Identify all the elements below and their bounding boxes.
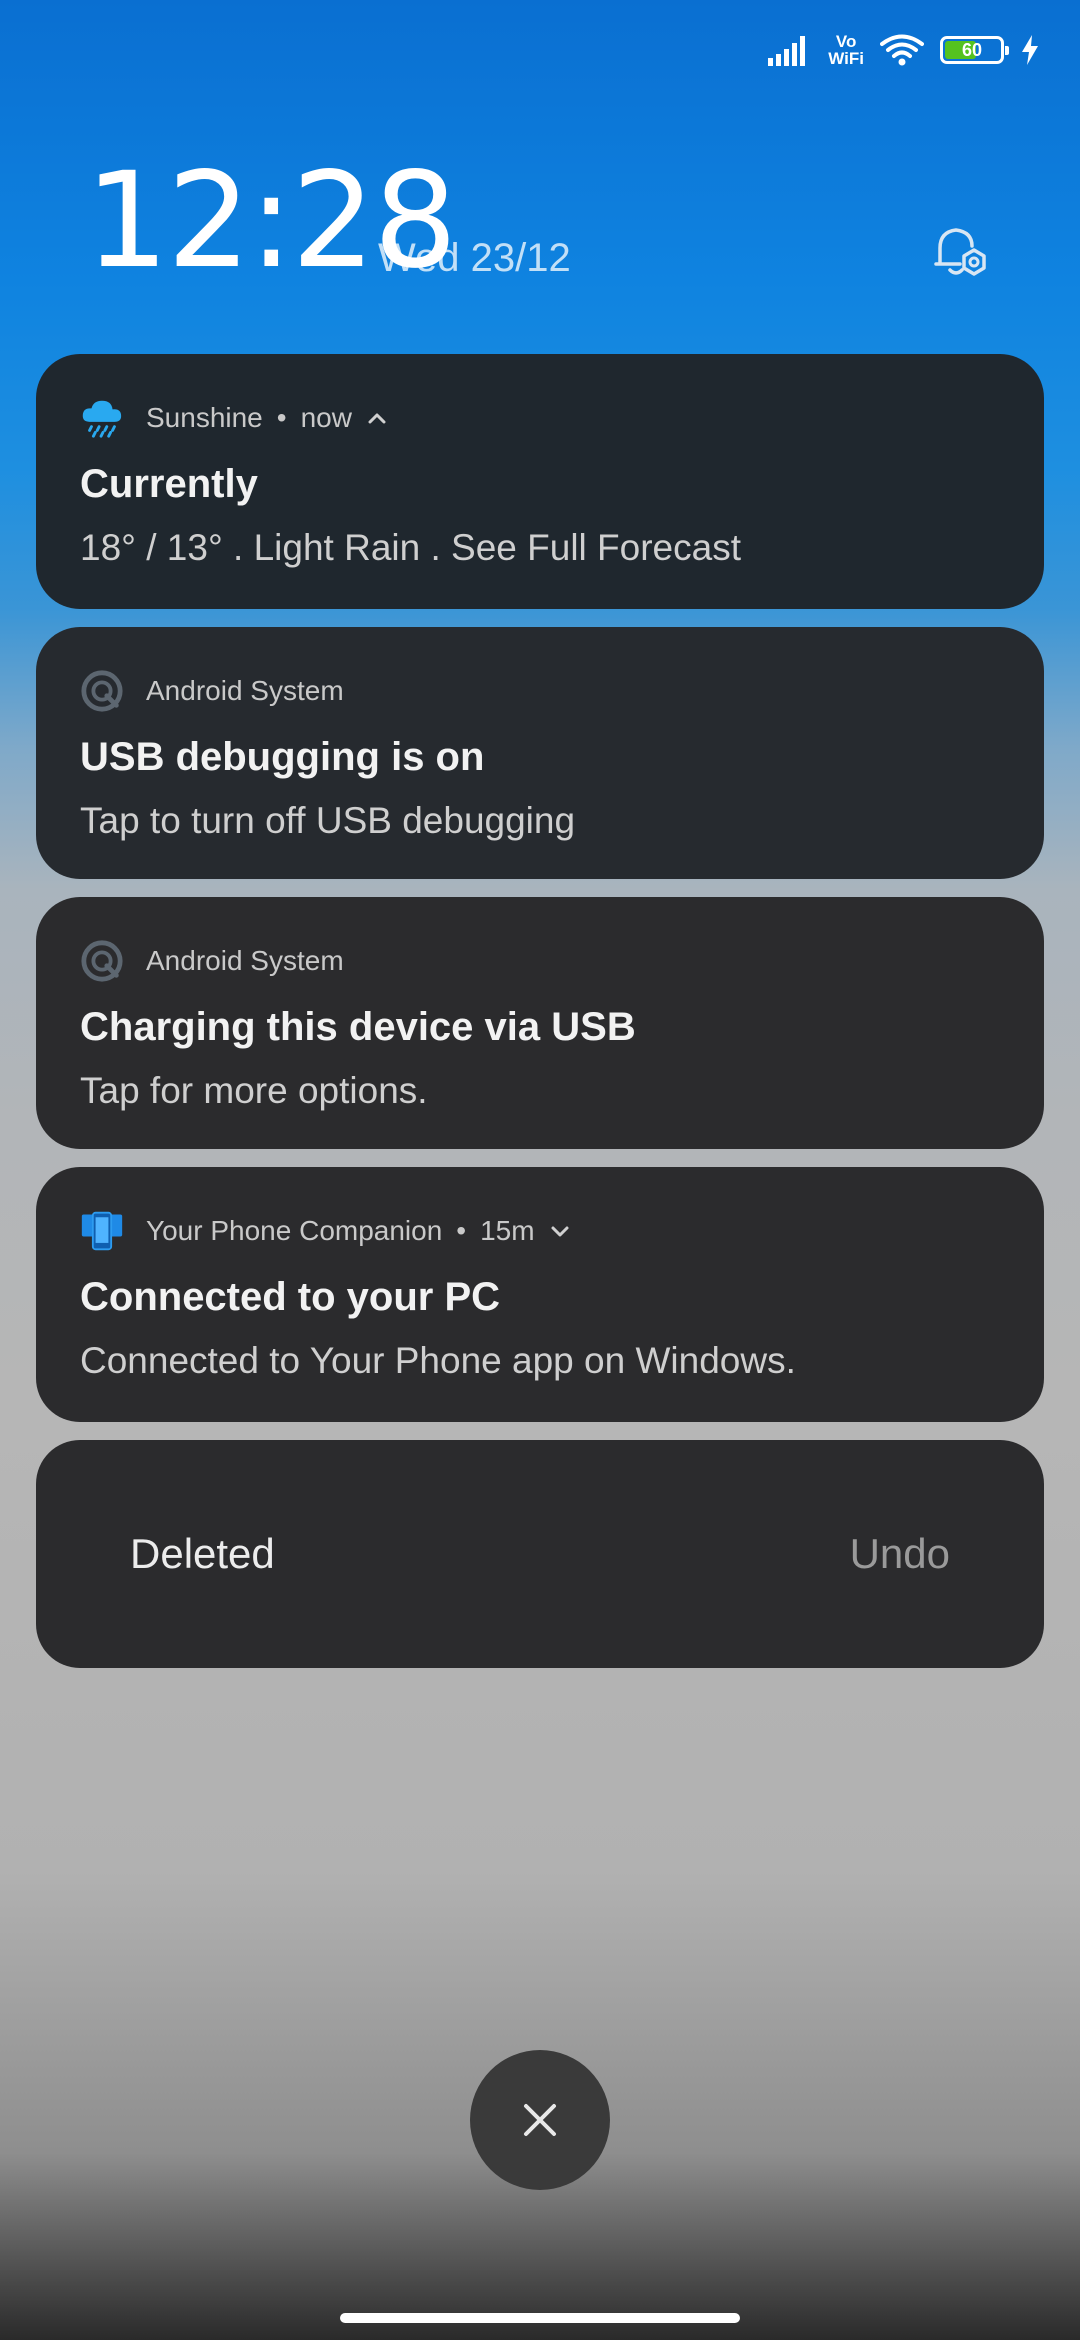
notification-body: Connected to Your Phone app on Windows. (80, 1340, 796, 1381)
notification-header: Your Phone Companion • 15m (80, 1209, 1000, 1253)
notification-app-name: Sunshine (146, 402, 263, 433)
notification-app-name: Your Phone Companion (146, 1215, 443, 1246)
notification-app-name: Android System (146, 945, 344, 976)
notification-header: Sunshine • now (80, 396, 1000, 440)
chevron-up-icon[interactable] (366, 407, 388, 429)
notification-header: Android System (80, 939, 1000, 983)
charging-bolt-icon (1022, 35, 1038, 65)
notification-app-name: Android System (146, 675, 344, 706)
notification-time: 15m (480, 1215, 535, 1246)
notification-card-usb-charging[interactable]: Android System Charging this device via … (36, 897, 1044, 1149)
notification-header: Android System (80, 669, 1000, 713)
rain-cloud-icon (80, 396, 124, 440)
notification-card-your-phone[interactable]: Your Phone Companion • 15m Connected to … (36, 1167, 1044, 1422)
separator-dot: • (456, 1215, 467, 1246)
notification-card-sunshine[interactable]: Sunshine • now Currently 18° / 13° . Lig… (36, 354, 1044, 609)
lockscreen-date: Wed 23/12 (378, 236, 571, 280)
battery-icon: 60 (940, 36, 1009, 64)
notification-title: Charging this device via USB (80, 1005, 636, 1049)
status-bar: Vo WiFi 60 (768, 28, 1040, 72)
android-system-icon (80, 669, 124, 713)
clear-all-button[interactable] (470, 2050, 610, 2190)
deleted-notification-card: Deleted Undo (36, 1440, 1044, 1668)
separator-dot: • (276, 402, 287, 433)
chevron-down-icon[interactable] (549, 1220, 571, 1242)
your-phone-icon (80, 1209, 124, 1253)
vowifi-icon: Vo WiFi (828, 32, 864, 68)
notification-title: Connected to your PC (80, 1275, 501, 1319)
notification-body: Tap for more options. (80, 1070, 428, 1111)
close-icon (524, 2104, 556, 2136)
wifi-icon (880, 34, 924, 66)
notification-settings-icon[interactable] (930, 220, 994, 284)
deleted-label: Deleted (130, 1530, 275, 1577)
deleted-row: Deleted Undo (130, 1440, 950, 1668)
android-system-icon (80, 939, 124, 983)
notification-title: Currently (80, 462, 258, 506)
home-indicator[interactable] (340, 2313, 740, 2323)
undo-button[interactable]: Undo (850, 1530, 950, 1578)
notification-title: USB debugging is on (80, 735, 485, 779)
notification-time: now (300, 402, 352, 433)
notification-card-usb-debugging[interactable]: Android System USB debugging is on Tap t… (36, 627, 1044, 879)
notification-body: Tap to turn off USB debugging (80, 800, 576, 841)
cellular-signal-icon (768, 36, 806, 66)
notification-body: 18° / 13° . Light Rain . See Full Foreca… (80, 527, 741, 568)
battery-level-text: 60 (961, 39, 983, 60)
